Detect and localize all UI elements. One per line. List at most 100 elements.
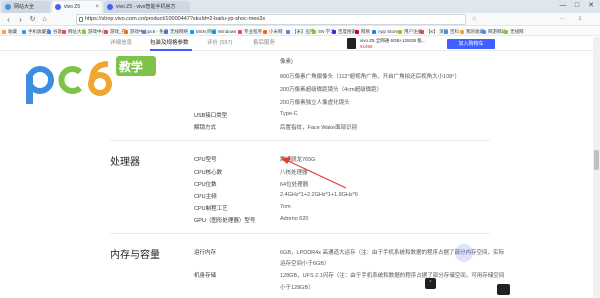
bookmark-item[interactable]: 百度搜索 bbox=[332, 27, 356, 36]
bookmark-favicon-icon bbox=[142, 29, 146, 34]
home-icon[interactable]: ⌂ bbox=[39, 14, 50, 25]
more-icon[interactable]: ⋯ bbox=[560, 15, 565, 24]
bookmark-item[interactable]: 专业程序 bbox=[238, 27, 262, 36]
spec-value: 小于128GB） bbox=[280, 285, 314, 291]
bookmark-item[interactable]: 网易 bbox=[355, 27, 370, 36]
bookmark-label: App Store bbox=[378, 29, 399, 34]
product-thumbnail bbox=[347, 38, 356, 49]
spec-value: 运存空间小于6GB） bbox=[280, 261, 330, 267]
bookmark-favicon-icon bbox=[312, 29, 316, 34]
bookmark-favicon-icon bbox=[190, 29, 194, 34]
section-divider bbox=[110, 233, 490, 234]
active-tab-indicator bbox=[150, 49, 192, 51]
bookmark-label: 谷歌 bbox=[53, 29, 62, 34]
bookmark-item[interactable]: 无线网 bbox=[504, 27, 524, 36]
maximize-icon[interactable]: □ bbox=[570, 0, 584, 12]
bookmark-favicon-icon bbox=[22, 29, 26, 34]
url-input[interactable]: https://shop.vivo.com.cn/product/1000044… bbox=[76, 14, 466, 25]
bookmark-item[interactable]: 无线网络 bbox=[164, 27, 188, 36]
spec-label: CPU主频 bbox=[194, 194, 217, 200]
bookmark-favicon-icon bbox=[398, 29, 402, 34]
back-icon[interactable]: ‹ bbox=[3, 14, 14, 25]
bookmarks-bar: 收藏 手机收藏夹 谷歌 网址大全 游戏中心 游戏_在 游戏中心 pc6 - 免费 无线网络 MSN… bbox=[0, 27, 600, 36]
bookmark-favicon-icon bbox=[82, 29, 86, 34]
browser-address-bar: ‹ › ↻ ⌂ https://shop.vivo.com.cn/product… bbox=[0, 13, 600, 26]
bookmark-item[interactable]: 收藏 bbox=[2, 27, 17, 36]
spec-label: GPU（图形处理器）型号 bbox=[194, 218, 256, 224]
bookmark-favicon-icon bbox=[164, 29, 168, 34]
spec-value: 后置指纹，Face Wake面部识别 bbox=[280, 125, 358, 131]
bookmark-item[interactable]: 谷歌 bbox=[47, 27, 62, 36]
spec-label: 机身存储 bbox=[194, 273, 217, 279]
bookmark-item[interactable]: 小米网 bbox=[263, 27, 283, 36]
tab-label: vivo Z5 - vivo智能手机官方 bbox=[116, 4, 176, 10]
spec-value: Adreno 620 bbox=[280, 216, 309, 222]
bookmark-item[interactable]: 游戏_在 bbox=[104, 27, 126, 36]
bookmark-label: 百科 bbox=[450, 29, 459, 34]
download-icon[interactable]: ⇩ bbox=[578, 15, 582, 24]
bookmark-favicon-icon bbox=[444, 29, 448, 34]
bookmark-favicon-icon bbox=[332, 29, 336, 34]
minimize-icon[interactable]: — bbox=[556, 0, 570, 12]
spec-value: 7nm bbox=[280, 204, 291, 210]
camera-spec-value: 200万像素独立人像虚化镜头 bbox=[280, 100, 350, 106]
bookmark-item[interactable]: 游戏中心 bbox=[82, 27, 106, 36]
browser-tab-2[interactable]: vivo Z5 - vivo智能手机官方 bbox=[104, 1, 190, 13]
bookmark-favicon-icon bbox=[62, 29, 66, 34]
bookmark-item[interactable]: App Store bbox=[372, 27, 398, 36]
floating-service-badge[interactable] bbox=[455, 244, 473, 262]
close-window-icon[interactable]: ✕ bbox=[584, 0, 598, 12]
tab-reviews[interactable]: 评价 (597) bbox=[207, 37, 232, 50]
browser-tab-1[interactable]: vivo Z5 × bbox=[52, 1, 102, 13]
spec-label: 运行内存 bbox=[194, 250, 217, 256]
browser-tab-bar: 网站大全 vivo Z5 × vivo Z5 - vivo智能手机官方 — □ … bbox=[0, 0, 600, 13]
tab-after-sales[interactable]: 售后服务 bbox=[253, 37, 275, 50]
close-tab-icon[interactable]: × bbox=[95, 1, 99, 13]
spec-label: 解锁方式 bbox=[194, 125, 217, 131]
vivo-favicon-icon bbox=[107, 4, 113, 10]
bookmark-item[interactable]: 网游网站 bbox=[482, 27, 506, 36]
product-price: ¥1698 bbox=[360, 43, 373, 49]
spec-label: USB接口类型 bbox=[194, 113, 228, 119]
add-to-cart-button[interactable]: 加入购物车 bbox=[447, 39, 495, 49]
forward-icon[interactable]: › bbox=[15, 14, 26, 25]
back-to-top-button[interactable]: ⌃ bbox=[425, 278, 436, 289]
bookmark-item[interactable]: 百科 bbox=[444, 27, 459, 36]
star-icon[interactable]: ☆ bbox=[472, 15, 476, 24]
bookmark-favicon-icon bbox=[504, 29, 508, 34]
bookmark-favicon-icon bbox=[460, 29, 464, 34]
tab-details[interactable]: 详细信息 bbox=[110, 37, 132, 50]
spec-label: CPU制程工艺 bbox=[194, 206, 228, 212]
annotation-arrow bbox=[280, 157, 347, 189]
camera-spec-value: 800万像素广角摄像头（112°超视角广角，开启广角拍还后视角大小108°） bbox=[280, 74, 461, 80]
bookmark-item[interactable]: 我的收藏 bbox=[460, 27, 484, 36]
section-title-processor: 处理器 bbox=[110, 157, 140, 168]
bookmark-label: Windows bbox=[218, 29, 237, 34]
camera-spec-value: 200万像素超级微距镜头（4cm超级微距） bbox=[280, 87, 383, 93]
bookmark-favicon-icon bbox=[124, 29, 128, 34]
bookmark-favicon-icon bbox=[212, 29, 216, 34]
bookmark-favicon-icon bbox=[2, 29, 6, 34]
site-favicon-icon bbox=[5, 4, 11, 10]
bookmark-favicon-icon bbox=[420, 29, 424, 34]
bookmark-label: 无线网络 bbox=[170, 29, 188, 34]
spec-label: CPU型号 bbox=[194, 157, 217, 163]
tab-label: 网站大全 bbox=[14, 4, 35, 10]
product-subnav: 详细信息 包装及规格参数 评价 (597) 售后服务 vivo Z5 全网通 6… bbox=[0, 37, 600, 51]
bookmark-label: 网易 bbox=[361, 29, 370, 34]
bookmark-item[interactable]: Windows bbox=[212, 27, 236, 36]
bookmark-favicon-icon bbox=[482, 29, 486, 34]
bookmark-label: 收藏 bbox=[8, 29, 17, 34]
tab-label: vivo Z5 bbox=[64, 4, 81, 10]
floating-side-widget[interactable] bbox=[497, 284, 510, 295]
bookmark-item[interactable]: 【米】应用 bbox=[286, 27, 315, 36]
section-title-memory: 内存与容量 bbox=[110, 250, 160, 261]
bookmark-favicon-icon bbox=[286, 29, 290, 34]
page-scrollbar-thumb[interactable] bbox=[594, 150, 599, 170]
lock-icon bbox=[79, 17, 83, 22]
bookmark-label: 专业程序 bbox=[244, 29, 262, 34]
bookmark-item[interactable]: 用户注册 bbox=[398, 27, 422, 36]
browser-tab-0[interactable]: 网站大全 bbox=[2, 1, 50, 13]
refresh-icon[interactable]: ↻ bbox=[27, 14, 38, 25]
vivo-favicon-icon bbox=[55, 4, 61, 10]
